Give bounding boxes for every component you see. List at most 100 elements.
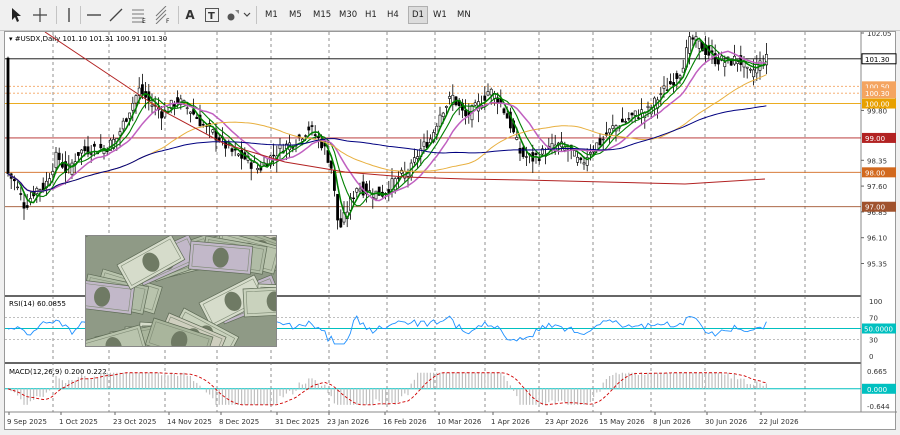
candle <box>340 209 342 228</box>
candle <box>7 57 9 177</box>
timeframe-h4[interactable]: H4 <box>384 6 402 24</box>
candle <box>503 107 505 115</box>
text-icon[interactable]: A <box>182 5 198 25</box>
time-axis-label: 8 Jun 2026 <box>653 418 691 426</box>
candle <box>237 153 239 157</box>
candle <box>749 68 751 74</box>
vertical-line-icon[interactable] <box>62 5 76 25</box>
candle <box>426 130 428 149</box>
level-badge: 97.00 <box>862 202 896 212</box>
shapes-icon[interactable] <box>226 5 252 25</box>
level-badge-text: 100.00 <box>865 101 890 109</box>
candle <box>29 190 31 205</box>
price-scale-label: 99.80 <box>867 107 887 115</box>
time-axis-label: 22 Jul 2026 <box>759 418 799 426</box>
banknote <box>189 241 253 274</box>
time-axis-label: 23 Apr 2026 <box>545 418 589 426</box>
candle <box>615 124 617 141</box>
text-label-icon[interactable]: T <box>204 5 220 25</box>
level-badge: 99.00 <box>862 133 896 143</box>
timeframe-m15[interactable]: M15 <box>310 6 334 24</box>
time-axis-label: 1 Oct 2025 <box>59 418 98 426</box>
rsi-header: RSI(14) 60.0855 <box>9 300 66 308</box>
candle <box>669 74 671 85</box>
candle <box>61 153 63 168</box>
svg-text:F: F <box>166 18 170 24</box>
candle <box>519 141 521 161</box>
rsi-badge: 50.0000 <box>862 324 896 334</box>
price-scale-label: 102.05 <box>867 32 892 38</box>
candle <box>765 43 767 74</box>
crosshair-icon[interactable] <box>31 5 49 25</box>
candle <box>737 62 739 72</box>
price-scale-label: 96.10 <box>867 235 887 243</box>
candle <box>103 145 105 160</box>
timeframe-h1[interactable]: H1 <box>362 6 380 24</box>
candle <box>65 151 67 184</box>
level-badge-text: 99.00 <box>865 135 885 143</box>
candle <box>58 148 60 165</box>
candle <box>362 174 364 198</box>
candle <box>673 73 675 93</box>
price-scale-label: 95.35 <box>867 261 887 269</box>
candle <box>452 84 454 111</box>
candle <box>388 181 390 201</box>
candle <box>666 78 668 91</box>
macd-pane: MACD(12,26,9) 0.200 0.2220.6650.000-0.64… <box>5 368 896 411</box>
time-axis-label: 10 Mar 2026 <box>437 418 482 426</box>
candle <box>330 161 332 174</box>
rsi-scale-label: 70 <box>869 315 878 323</box>
level-badge-text: 101.30 <box>865 56 890 64</box>
candle <box>234 143 236 156</box>
timeframe-d1[interactable]: D1 <box>408 6 428 24</box>
horizontal-line-icon[interactable] <box>86 5 102 25</box>
toolbar: E F A T M1 M5 M15M30H1H4 D1W1MN <box>0 0 900 31</box>
level-badge-text: 98.00 <box>865 169 885 177</box>
candle <box>621 107 623 122</box>
time-axis-label: 30 Jun 2026 <box>705 418 748 426</box>
chart-canvas[interactable]: 102.0599.8098.3597.6096.8596.1095.35101.… <box>5 32 897 431</box>
price-scale-label: 97.60 <box>867 183 887 191</box>
candle <box>698 41 700 60</box>
banknote <box>243 286 277 317</box>
candle <box>487 83 489 96</box>
candle <box>625 118 627 123</box>
candle <box>397 171 399 188</box>
cursor-icon[interactable] <box>7 5 25 25</box>
candle <box>417 150 419 169</box>
candle <box>100 134 102 149</box>
candle <box>599 133 601 147</box>
chart-window[interactable]: 102.0599.8098.3597.6096.8596.1095.35101.… <box>4 31 896 430</box>
candle <box>279 138 281 160</box>
timeframe-mn[interactable]: MN <box>454 6 474 24</box>
macd-badge: 0.000 <box>862 384 896 394</box>
level-badge: 100.00 <box>862 99 896 109</box>
candle <box>189 111 191 122</box>
fibonacci-channel-icon[interactable]: F <box>154 5 172 25</box>
candle <box>577 152 579 166</box>
timeframe-m5[interactable]: M5 <box>286 6 305 24</box>
timeframe-m30[interactable]: M30 <box>336 6 360 24</box>
svg-text:E: E <box>142 18 146 24</box>
timeframe-m1[interactable]: M1 <box>262 6 281 24</box>
macd-header: MACD(12,26,9) 0.200 0.222 <box>9 368 107 376</box>
fibonacci-icon[interactable]: E <box>130 5 148 25</box>
candle <box>509 108 511 133</box>
time-axis-label: 9 Sep 2025 <box>7 418 47 426</box>
time-axis: 9 Sep 20251 Oct 202523 Oct 202514 Nov 20… <box>7 412 799 426</box>
macd-badge-text: 0.000 <box>867 386 887 394</box>
time-axis-label: 1 Apr 2026 <box>491 418 530 426</box>
timeframe-w1[interactable]: W1 <box>430 6 450 24</box>
candle <box>250 159 252 181</box>
trendline-icon[interactable] <box>108 5 124 25</box>
time-axis-label: 14 Nov 2025 <box>167 418 212 426</box>
candle <box>420 139 422 166</box>
candle <box>212 129 214 135</box>
candle <box>733 45 735 66</box>
candle <box>541 145 543 156</box>
candle <box>644 111 646 129</box>
candle <box>532 145 534 173</box>
time-axis-label: 23 Jan 2026 <box>327 418 370 426</box>
rsi-scale-label: 0 <box>869 353 873 361</box>
price-scale-label: 98.35 <box>867 157 887 165</box>
